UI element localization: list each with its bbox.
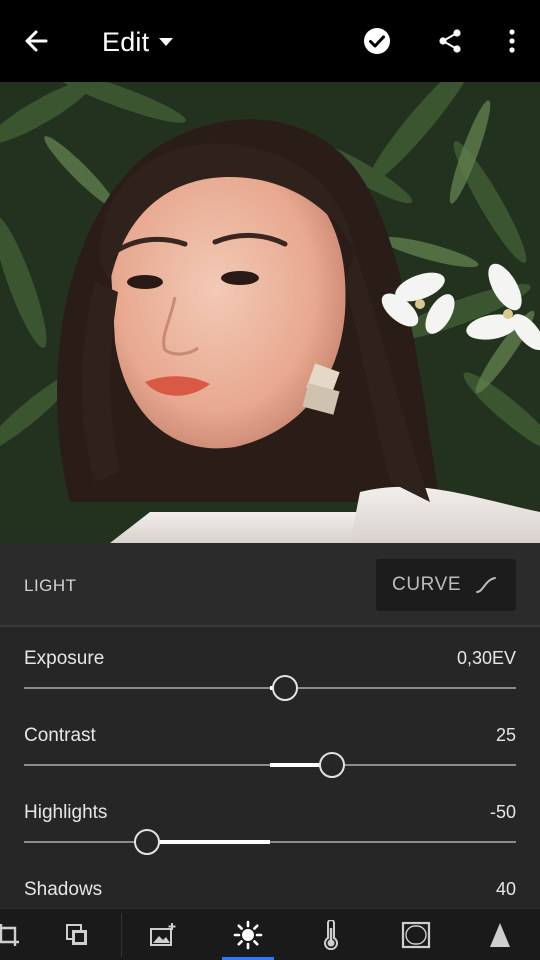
- tone-curve-icon: [476, 577, 497, 593]
- slider-track[interactable]: [24, 752, 516, 778]
- slider-thumb[interactable]: [271, 675, 298, 701]
- slider-thumb[interactable]: [134, 829, 160, 855]
- tool-effects[interactable]: [388, 909, 444, 960]
- lightroom-edit-screen: Edit LIGHT CURVE Exposure 0,30EV Contras…: [0, 0, 540, 960]
- more-vertical-icon: [509, 29, 515, 53]
- tool-auto[interactable]: [135, 909, 191, 960]
- bottom-toolbar: [0, 908, 540, 960]
- toolbar-divider: [121, 913, 122, 957]
- photo-preview[interactable]: [0, 82, 540, 543]
- contrast-slider-row: Contrast 25: [0, 725, 540, 802]
- share-button[interactable]: [430, 21, 470, 61]
- presets-icon: [66, 924, 87, 945]
- slider-value: 0,30EV: [456, 648, 516, 668]
- done-button[interactable]: [357, 21, 397, 61]
- page-title: Edit: [102, 26, 150, 57]
- top-app-bar: Edit: [0, 0, 540, 82]
- back-button[interactable]: [16, 21, 56, 61]
- slider-label: Exposure: [24, 648, 105, 669]
- crop-icon: [0, 924, 19, 946]
- detail-icon: [490, 923, 510, 947]
- checkmark-icon: [364, 28, 390, 54]
- slider-track[interactable]: [24, 829, 516, 855]
- more-options-button[interactable]: [492, 21, 532, 61]
- auto-enhance-icon: [150, 923, 176, 946]
- edit-mode-dropdown[interactable]: Edit: [102, 24, 174, 60]
- tool-color[interactable]: [303, 909, 359, 960]
- effects-vignette-icon: [401, 921, 431, 949]
- slider-label: Shadows: [24, 879, 103, 900]
- color-temperature-icon: [324, 920, 338, 950]
- slider-label: Highlights: [24, 802, 108, 823]
- light-adjustments-panel: LIGHT CURVE Exposure 0,30EV Contrast 25: [0, 543, 540, 908]
- slider-value: 40: [495, 879, 516, 899]
- slider-fill: [147, 840, 270, 844]
- light-icon: [233, 920, 263, 950]
- curve-button[interactable]: CURVE: [376, 559, 516, 611]
- slider-value: 25: [495, 725, 516, 745]
- tool-presets[interactable]: [49, 909, 105, 960]
- slider-track[interactable]: [24, 675, 516, 701]
- panel-header: LIGHT CURVE: [0, 543, 540, 627]
- exposure-slider-row: Exposure 0,30EV: [0, 648, 540, 725]
- section-title: LIGHT: [24, 576, 77, 595]
- curve-button-label: CURVE: [392, 574, 462, 595]
- back-arrow-icon: [25, 30, 48, 52]
- dropdown-caret-icon: [159, 38, 174, 46]
- slider-thumb[interactable]: [318, 752, 345, 778]
- slider-label: Contrast: [24, 725, 96, 746]
- slider-value: -50: [489, 802, 516, 822]
- share-icon: [439, 29, 461, 53]
- tool-crop[interactable]: [0, 909, 36, 960]
- tool-detail[interactable]: [472, 909, 528, 960]
- highlights-slider-row: Highlights -50: [0, 802, 540, 879]
- tool-light[interactable]: [220, 909, 276, 960]
